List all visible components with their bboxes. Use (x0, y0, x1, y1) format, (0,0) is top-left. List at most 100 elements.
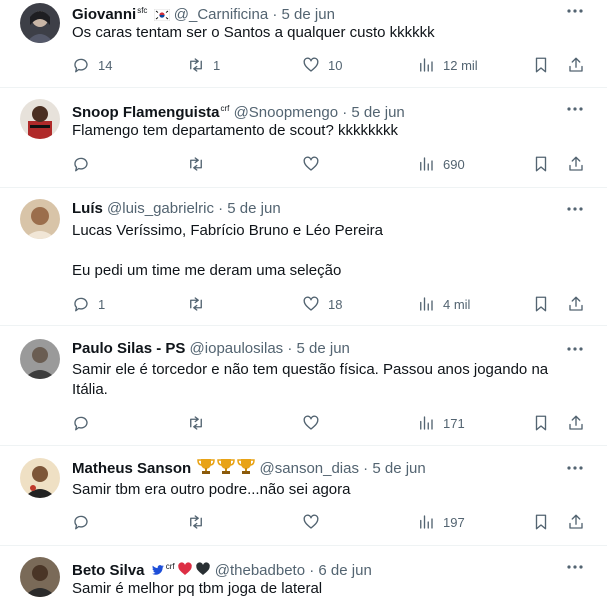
tweet-text: Samir tbm era outro podre...não sei agor… (72, 480, 572, 500)
tweet[interactable]: Paulo Silas - PS @iopaulosilas · 5 de ju… (0, 326, 607, 446)
like-button[interactable] (302, 411, 328, 435)
more-options-icon[interactable] (565, 458, 585, 478)
more-options-icon[interactable] (565, 339, 585, 359)
views-button[interactable]: 197 (417, 510, 465, 534)
more-options-icon[interactable] (565, 557, 585, 577)
repost-button[interactable] (187, 152, 213, 176)
timestamp[interactable]: 5 de jun (372, 460, 425, 477)
share-icon (569, 156, 583, 171)
bookmark-button[interactable] (532, 53, 550, 77)
avatar[interactable] (20, 339, 60, 379)
bookmark-button[interactable] (532, 152, 550, 176)
views-button[interactable]: 690 (417, 152, 465, 176)
views-button[interactable]: 12 mil (417, 53, 478, 77)
avatar[interactable] (20, 199, 60, 239)
avatar[interactable] (20, 557, 60, 597)
action-bar: 1 18 4 mil (64, 292, 594, 316)
timestamp[interactable]: 6 de jun (318, 562, 371, 579)
reply-icon (74, 58, 88, 73)
bookmark-button[interactable] (532, 510, 550, 534)
reply-button[interactable] (72, 152, 98, 176)
timestamp[interactable]: 5 de jun (297, 340, 350, 357)
trophy-icon (197, 457, 216, 482)
more-options-icon[interactable] (565, 199, 585, 219)
tweet[interactable]: Giovannisfc @_Carnificina · 5 de jun Os … (0, 0, 607, 88)
tweet[interactable]: Matheus Sanson @sanson_dias · 5 de jun S… (0, 446, 607, 546)
like-count: 10 (328, 57, 343, 73)
author-handle[interactable]: @_Carnificina (174, 6, 268, 23)
repost-icon (190, 297, 202, 311)
share-button[interactable] (567, 53, 585, 77)
view-count: 12 mil (443, 57, 478, 73)
bookmark-button[interactable] (532, 292, 550, 316)
share-button[interactable] (567, 152, 585, 176)
timestamp[interactable]: 5 de jun (282, 6, 335, 23)
reply-button[interactable]: 14 (72, 53, 112, 77)
bookmark-icon (535, 514, 547, 530)
tweet[interactable]: Luís @luis_gabrielric · 5 de jun Lucas V… (0, 188, 607, 326)
author-handle[interactable]: @Snoopmengo (234, 104, 338, 121)
tweet-text: Flamengo tem departamento de scout? kkkk… (72, 121, 572, 141)
heart-icon (303, 296, 319, 311)
share-button[interactable] (567, 510, 585, 534)
tweet[interactable]: Snoop Flamenguistacrf @Snoopmengo · 5 de… (0, 88, 607, 188)
separator-dot: · (363, 460, 369, 477)
heart-icon (303, 156, 319, 171)
avatar[interactable] (20, 458, 60, 498)
repost-icon (190, 58, 202, 72)
repost-button[interactable] (187, 292, 213, 316)
heart-icon (303, 57, 319, 72)
text-line: Flamengo tem departamento de scout? kkkk… (72, 122, 398, 139)
reply-icon (74, 416, 88, 431)
repost-button[interactable]: 1 (187, 53, 220, 77)
tweet[interactable]: Beto Silva crf @thebadbeto · 6 de jun Sa… (0, 546, 607, 608)
author-handle[interactable]: @sanson_dias (260, 460, 359, 477)
text-line: Samir tbm era outro podre...não sei agor… (72, 481, 351, 498)
author-handle[interactable]: @thebadbeto (215, 562, 305, 579)
share-button[interactable] (567, 292, 585, 316)
reply-button[interactable] (72, 411, 98, 435)
bookmark-icon (535, 57, 547, 73)
author-name[interactable]: Matheus Sanson (72, 460, 191, 477)
bookmark-icon (535, 415, 547, 431)
author-name[interactable]: Luís (72, 200, 103, 217)
author-name[interactable]: Beto Silva (72, 562, 145, 579)
avatar[interactable] (20, 99, 60, 139)
more-options-icon[interactable] (565, 1, 585, 21)
views-chart-icon (420, 515, 433, 529)
tweet-text: Samir ele é torcedor e não tem questão f… (72, 360, 572, 400)
timestamp[interactable]: 5 de jun (227, 200, 280, 217)
avatar[interactable] (20, 3, 60, 43)
repost-button[interactable] (187, 510, 213, 534)
reply-icon (74, 515, 88, 530)
author-name[interactable]: Snoop Flamenguista (72, 104, 220, 121)
like-button[interactable]: 10 (302, 53, 342, 77)
views-button[interactable]: 4 mil (417, 292, 470, 316)
bookmark-icon (535, 156, 547, 172)
trophy-icon (217, 457, 236, 482)
reply-count: 1 (98, 296, 106, 312)
author-handle[interactable]: @luis_gabrielric (107, 200, 214, 217)
author-name[interactable]: Giovanni (72, 6, 136, 23)
like-button[interactable]: 18 (302, 292, 342, 316)
view-count: 171 (443, 415, 465, 431)
reply-button[interactable] (72, 510, 98, 534)
bookmark-icon (535, 296, 547, 312)
repost-count: 1 (213, 57, 221, 73)
more-options-icon[interactable] (565, 99, 585, 119)
views-chart-icon (420, 297, 433, 311)
like-button[interactable] (302, 510, 328, 534)
author-name[interactable]: Paulo Silas - PS (72, 340, 185, 357)
separator-dot: · (342, 104, 348, 121)
author-handle[interactable]: @iopaulosilas (190, 340, 284, 357)
text-line: Eu pedi um time me deram uma seleção (72, 262, 342, 279)
text-line: Os caras tentam ser o Santos a qualquer … (72, 24, 435, 41)
timestamp[interactable]: 5 de jun (351, 104, 404, 121)
like-button[interactable] (302, 152, 328, 176)
bookmark-button[interactable] (532, 411, 550, 435)
views-chart-icon (420, 416, 433, 430)
reply-button[interactable]: 1 (72, 292, 105, 316)
views-button[interactable]: 171 (417, 411, 465, 435)
repost-button[interactable] (187, 411, 213, 435)
share-button[interactable] (567, 411, 585, 435)
